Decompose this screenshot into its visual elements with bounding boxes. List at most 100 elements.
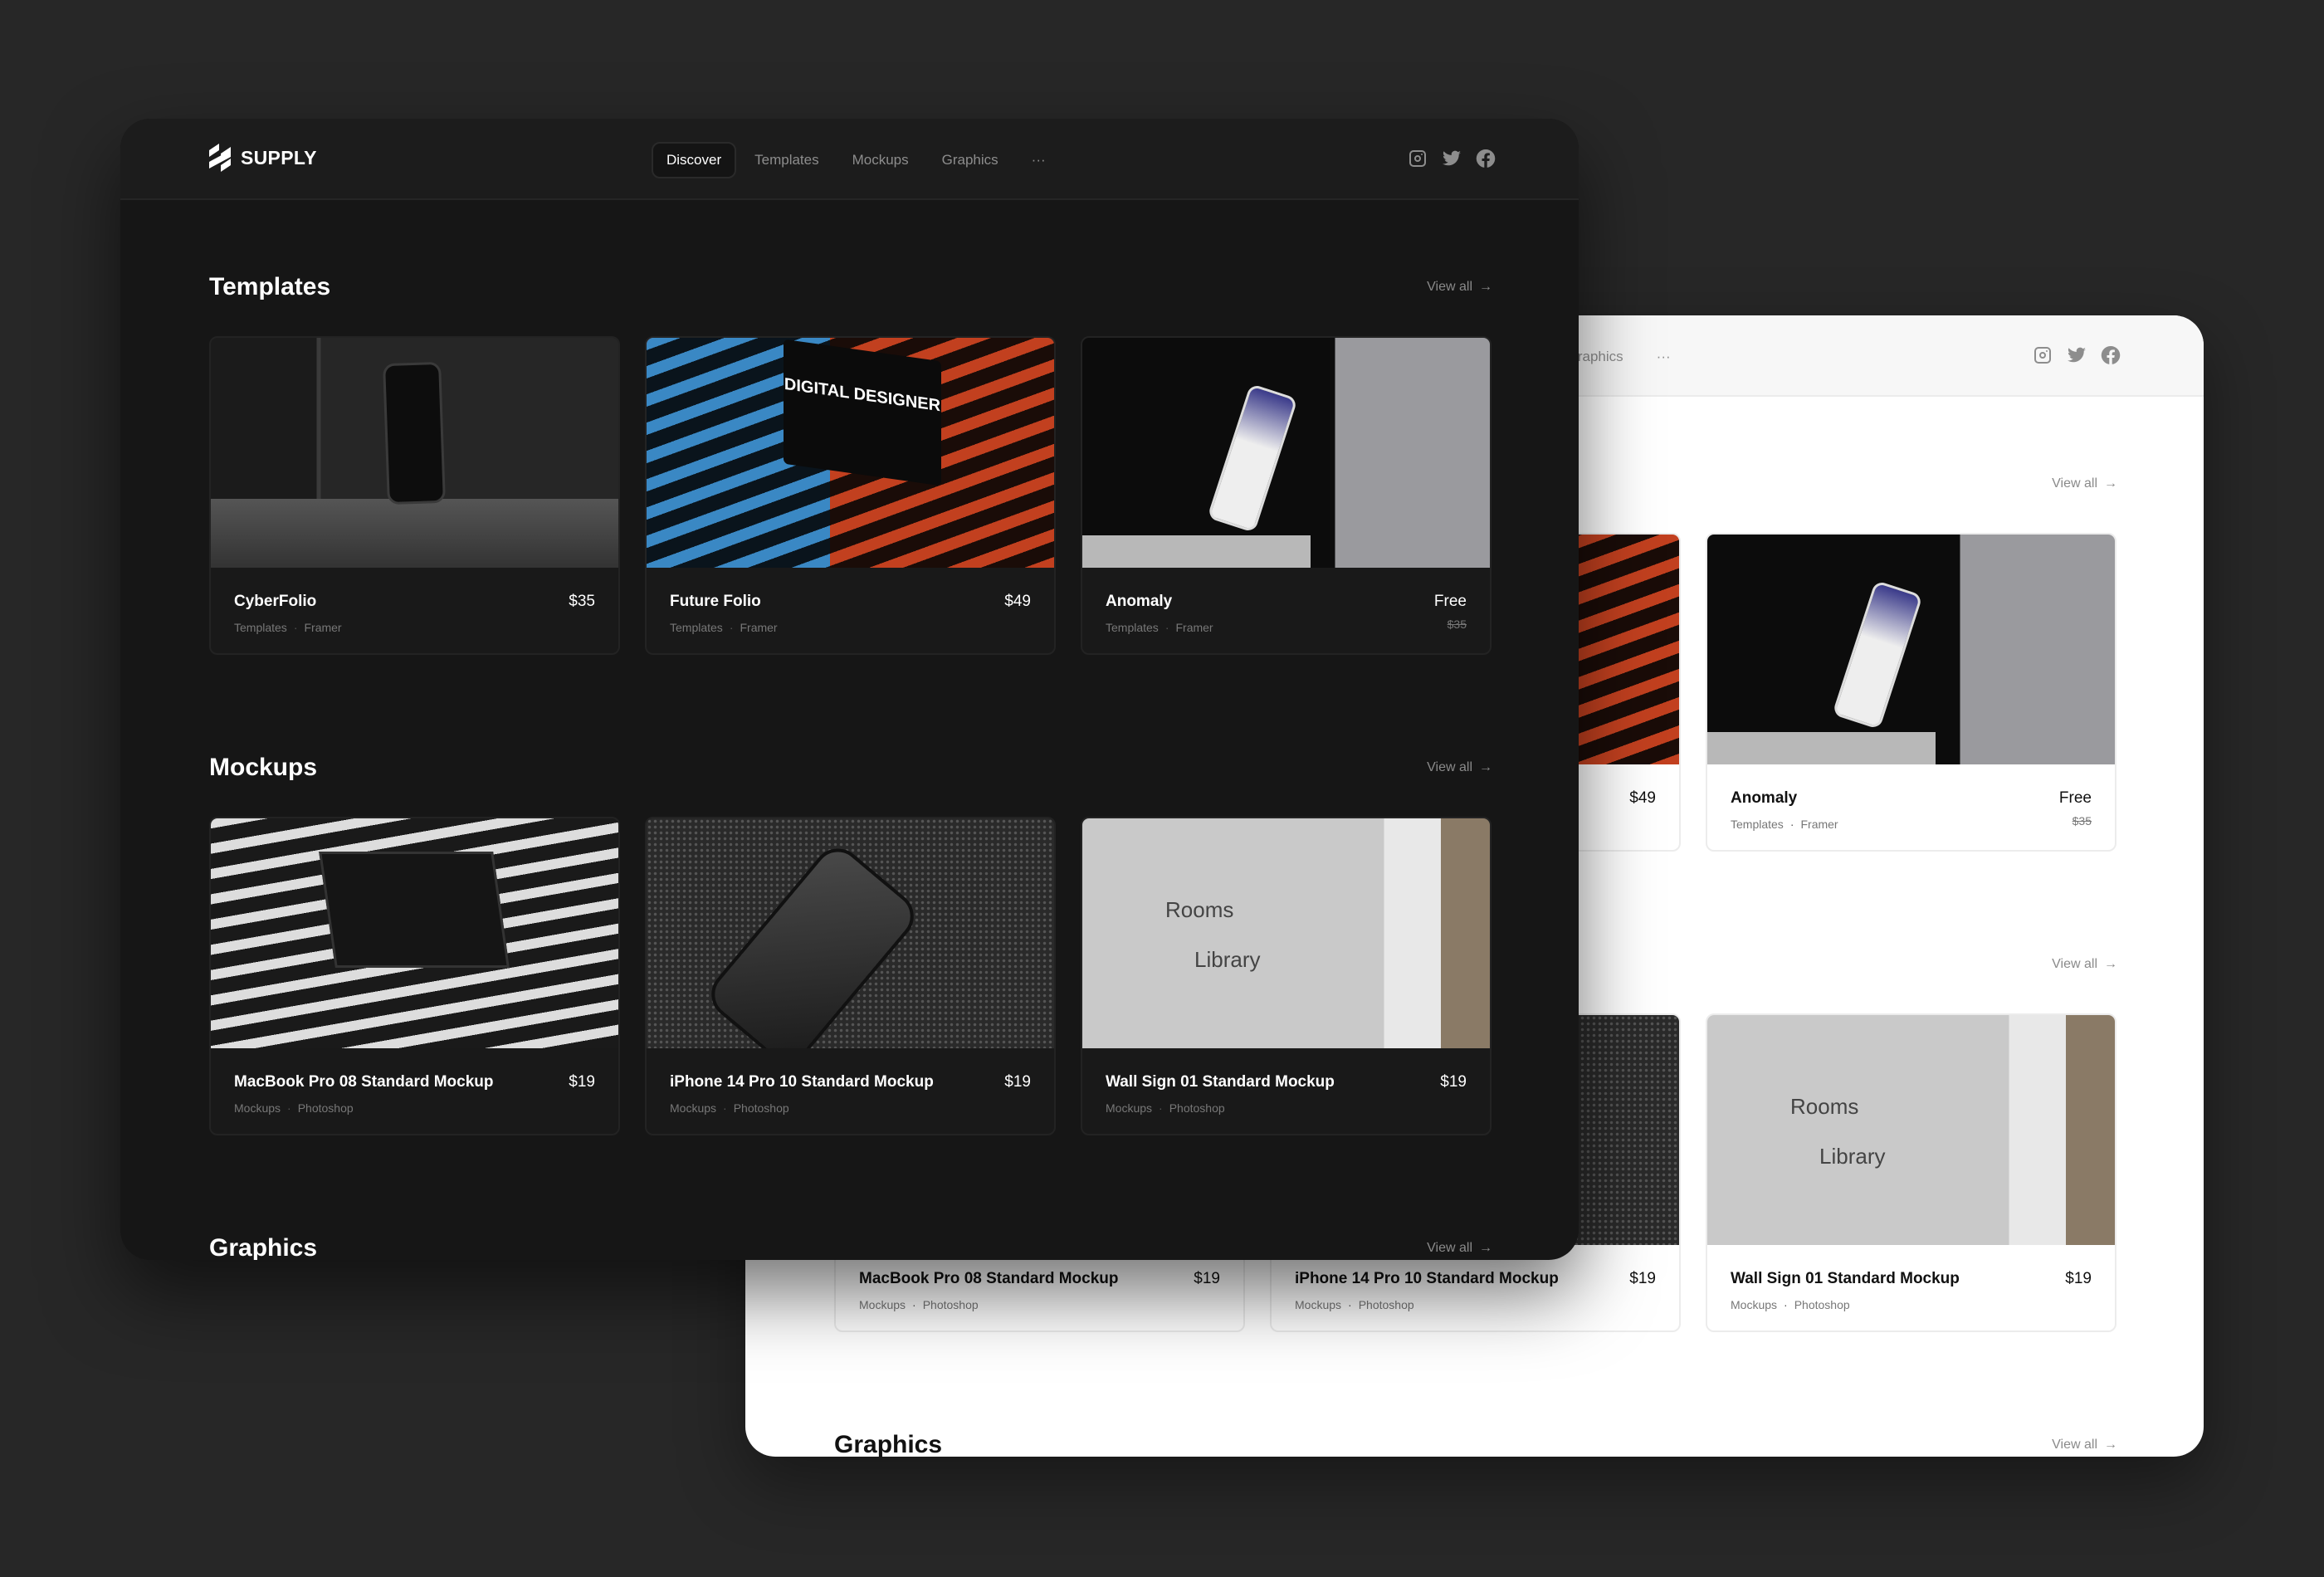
arrow-right-icon: → (1479, 760, 1492, 774)
facebook-icon[interactable] (1476, 149, 1496, 168)
product-price: $19 (1440, 1073, 1467, 1091)
nav-discover[interactable]: Discover (652, 142, 737, 178)
view-all-label: View all (2052, 476, 2097, 491)
product-card[interactable]: Anomaly Free $35 Templates · Framer (1706, 533, 2116, 852)
section-title: Graphics (834, 1431, 943, 1457)
product-meta: Templates·Framer (234, 621, 342, 634)
product-price: Free $35 (1433, 593, 1467, 631)
product-meta: Templates·Framer (670, 621, 778, 634)
product-title: iPhone 14 Pro 10 Standard Mockup (1295, 1270, 1559, 1287)
mockups-section: Mockups View all → MacBook Pro 08 Standar… (209, 751, 1492, 1135)
product-price: $49 (1629, 789, 1656, 807)
product-price: $19 (569, 1073, 595, 1091)
view-all-link[interactable]: View all → (2052, 1438, 2117, 1452)
product-image: DIGITAL DESIGNER (647, 338, 1054, 568)
product-image (1707, 535, 2115, 764)
product-title: Future Folio (670, 593, 761, 610)
main-content: Templates View all → CyberFolio $35 Templa… (120, 200, 1579, 1260)
product-meta: Mockups · Photoshop (670, 1101, 789, 1115)
product-price: Free $35 (2058, 789, 2092, 828)
product-title: MacBook Pro 08 Standard Mockup (234, 1073, 494, 1091)
product-card[interactable]: iPhone 14 Pro 10 Standard Mockup $19 Mock… (645, 817, 1056, 1135)
product-card[interactable]: MacBook Pro 08 Standard Mockup $19 Mockup… (209, 817, 620, 1135)
product-image (211, 818, 618, 1048)
instagram-icon[interactable] (2033, 345, 2053, 365)
image-text: Rooms (1165, 897, 1234, 922)
product-title: Wall Sign 01 Standard Mockup (1731, 1270, 1960, 1287)
supply-logo-icon (209, 144, 231, 172)
product-image: Rooms Library (1082, 818, 1490, 1048)
arrow-right-icon: → (2104, 476, 2117, 491)
logo[interactable]: SUPPLY (208, 144, 317, 172)
view-all-link[interactable]: View all → (1427, 280, 1492, 295)
product-meta: Templates·Framer (1106, 621, 1213, 634)
view-all-label: View all (2052, 957, 2097, 971)
product-image: Rooms Library (1707, 1015, 2115, 1245)
view-all-link[interactable]: View all → (1427, 1241, 1492, 1256)
product-image (1082, 338, 1490, 568)
social-links (2033, 345, 2121, 365)
product-title: CyberFolio (234, 593, 317, 610)
product-price: $19 (1194, 1270, 1220, 1287)
product-title: MacBook Pro 08 Standard Mockup (859, 1270, 1119, 1287)
header: SUPPLY Discover Templates Mockups Graphi… (120, 119, 1579, 200)
graphics-section: Graphics View all → (209, 1232, 1492, 1260)
product-card[interactable]: Rooms Library Wall Sign 01 Standard Mocku… (1081, 817, 1492, 1135)
product-title: Wall Sign 01 Standard Mockup (1106, 1073, 1335, 1091)
image-text: Rooms (1790, 1094, 1859, 1119)
facebook-icon[interactable] (2101, 345, 2121, 365)
view-all-label: View all (1427, 760, 1472, 774)
nav-mockups[interactable]: Mockups (837, 142, 924, 178)
view-all-link[interactable]: View all → (1427, 760, 1492, 775)
twitter-icon[interactable] (2067, 345, 2087, 365)
nav-graphics[interactable]: Graphics (927, 142, 1013, 178)
product-image (211, 338, 618, 568)
product-meta: Mockups · Photoshop (859, 1298, 979, 1311)
product-price: $19 (1629, 1270, 1656, 1287)
product-card[interactable]: Rooms Library Wall Sign 01 Standard Mocku… (1706, 1013, 2116, 1332)
product-price: $49 (1004, 593, 1031, 610)
product-meta: Mockups · Photoshop (1295, 1298, 1414, 1311)
arrow-right-icon: → (2104, 957, 2117, 971)
brand-name: SUPPLY (241, 146, 317, 168)
arrow-right-icon: → (1479, 1241, 1492, 1255)
twitter-icon[interactable] (1442, 149, 1462, 168)
arrow-right-icon: → (1479, 280, 1492, 294)
view-all-link[interactable]: View all → (2052, 476, 2117, 491)
graphics-section: Graphics View all → (834, 1428, 2117, 1457)
product-title: iPhone 14 Pro 10 Standard Mockup (670, 1073, 934, 1091)
product-card[interactable]: Anomaly Free $35 Templates · Framer (1081, 336, 1492, 655)
arrow-right-icon: → (2104, 1438, 2117, 1452)
more-menu-button[interactable]: ··· (1642, 339, 1686, 375)
product-meta: Mockups · Photoshop (1106, 1101, 1225, 1115)
product-title: Anomaly (1731, 789, 1798, 807)
product-price: $35 (569, 593, 595, 610)
image-text: DIGITAL DESIGNER (784, 339, 941, 486)
section-title: Templates (209, 273, 331, 300)
view-all-label: View all (2052, 1438, 2097, 1452)
dark-theme-window: SUPPLY Discover Templates Mockups Graphi… (120, 119, 1579, 1260)
templates-section: Templates View all → CyberFolio $35 Templa… (209, 271, 1492, 655)
product-card[interactable]: DIGITAL DESIGNER Future Folio $49 Templat… (645, 336, 1056, 655)
product-image (647, 818, 1054, 1048)
product-card[interactable]: CyberFolio $35 Templates·Framer (209, 336, 620, 655)
product-meta: Mockups · Photoshop (1731, 1298, 1850, 1311)
original-price: $35 (2072, 814, 2092, 828)
image-text: Library (1819, 1144, 1886, 1169)
section-title: Mockups (209, 754, 318, 781)
product-price: $19 (1004, 1073, 1031, 1091)
more-menu-button[interactable]: ··· (1017, 142, 1061, 178)
social-links (1408, 149, 1496, 168)
instagram-icon[interactable] (1408, 149, 1428, 168)
original-price: $35 (1447, 618, 1467, 631)
view-all-link[interactable]: View all → (2052, 957, 2117, 972)
view-all-label: View all (1427, 280, 1472, 294)
view-all-label: View all (1427, 1241, 1472, 1255)
product-meta: Mockups · Photoshop (234, 1101, 354, 1115)
product-price: $19 (2065, 1270, 2092, 1287)
product-meta: Templates·Framer (1731, 818, 1838, 831)
product-title: Anomaly (1106, 593, 1173, 610)
section-title: Graphics (209, 1234, 318, 1260)
nav-templates[interactable]: Templates (740, 142, 833, 178)
main-nav: Discover Templates Mockups Graphics ··· (652, 142, 1061, 178)
